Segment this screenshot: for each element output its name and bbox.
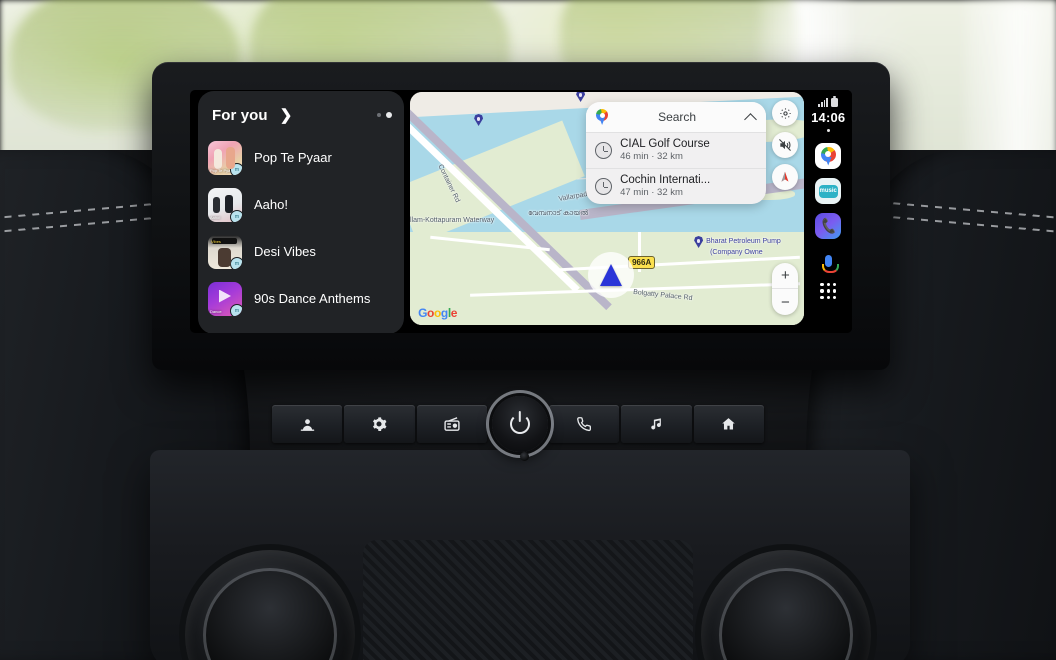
map-label-poi: Bharat Petroleum Pump xyxy=(706,238,781,245)
dash-fastener xyxy=(520,452,529,461)
suggestion-meta: 47 min · 32 km xyxy=(620,187,683,198)
mute-voice-guidance-button[interactable] xyxy=(772,132,799,158)
radio-button[interactable] xyxy=(416,405,487,443)
logo-letter: g xyxy=(440,306,448,320)
google-maps-pin-icon xyxy=(820,146,837,167)
album-art-caption: Aaho! xyxy=(210,214,221,220)
list-item[interactable]: Aaho! m Aaho! xyxy=(198,181,404,228)
chevron-right-icon[interactable]: ❯ xyxy=(280,108,293,123)
logo-letter: o xyxy=(433,306,441,320)
amazon-music-app-icon[interactable]: music xyxy=(815,178,842,204)
clock: 14:06 xyxy=(811,110,846,125)
album-art: Dance m xyxy=(208,281,242,316)
phone-button[interactable] xyxy=(548,405,620,443)
map-island xyxy=(530,162,579,176)
recenter-compass-button[interactable] xyxy=(772,164,799,190)
list-item[interactable]: Vibes m Desi Vibes xyxy=(198,228,404,275)
page-indicator xyxy=(377,112,393,118)
recent-clock-icon xyxy=(595,141,613,159)
map-zoom-controls: + − xyxy=(772,263,799,315)
media-button[interactable] xyxy=(621,405,692,443)
chevron-up-icon[interactable] xyxy=(745,111,757,123)
system-rail: 14:06 music 📞 xyxy=(804,90,852,333)
media-for-you-card[interactable]: For you ❯ Pop Te Pyaar m Pop Te Pyaar Aa… xyxy=(198,91,405,333)
power-volume-knob[interactable] xyxy=(492,396,548,452)
amazon-music-label: music xyxy=(818,184,838,198)
map-view[interactable]: Container Rd Vallarpadam Panambukad Rd o… xyxy=(410,92,805,325)
phone-app-icon[interactable]: 📞 xyxy=(815,213,842,239)
provider-badge: m xyxy=(230,162,242,175)
infotainment-screen[interactable]: For you ❯ Pop Te Pyaar m Pop Te Pyaar Aa… xyxy=(190,90,852,333)
google-watermark: Google xyxy=(418,306,457,320)
album-art: Aaho! m xyxy=(208,187,242,222)
suggestion-name: CIAL Golf Course xyxy=(620,138,710,150)
album-art-caption: Dance xyxy=(210,308,222,314)
maps-app-icon[interactable] xyxy=(815,143,842,169)
microphone-icon[interactable] xyxy=(815,248,841,274)
provider-badge: m xyxy=(230,209,242,222)
list-item[interactable]: Pop Te Pyaar m Pop Te Pyaar xyxy=(198,134,404,181)
google-maps-pin-icon xyxy=(595,108,609,126)
list-item-label: 90s Dance Anthems xyxy=(254,291,371,306)
list-item[interactable]: Dance m 90s Dance Anthems xyxy=(198,275,404,322)
search-input[interactable]: Search xyxy=(609,110,745,124)
mic-body xyxy=(821,255,839,273)
status-bar xyxy=(818,96,839,107)
map-floating-controls xyxy=(772,100,799,190)
rail-page-dot xyxy=(826,129,830,132)
logo-letter: e xyxy=(450,306,458,320)
list-item-label: Aaho! xyxy=(254,197,288,212)
power-icon xyxy=(510,414,530,434)
provider-badge: m xyxy=(230,303,242,316)
app-grid-icon[interactable] xyxy=(820,283,837,300)
map-label-poi: (Company Owne xyxy=(710,249,763,256)
list-item-label: Pop Te Pyaar xyxy=(254,150,332,165)
head-unit-bezel: For you ❯ Pop Te Pyaar m Pop Te Pyaar Aa… xyxy=(152,62,890,370)
zoom-in-button[interactable]: + xyxy=(772,263,799,289)
settings-button[interactable] xyxy=(344,405,415,443)
map-label: ollam-Kottapuram Waterway xyxy=(410,217,495,224)
battery-icon xyxy=(831,96,839,107)
search-suggestion-row[interactable]: Cochin Internati... 47 min · 32 km xyxy=(586,168,767,204)
provider-badge: m xyxy=(230,256,242,269)
current-location-arrow xyxy=(588,252,635,298)
map-label-malayalam: വേമ്പനാട് കായൽ xyxy=(528,210,589,217)
map-settings-button[interactable] xyxy=(772,100,799,126)
logo-letter: o xyxy=(427,306,434,320)
logo-letter: G xyxy=(418,306,428,320)
car-dashboard-scene: For you ❯ Pop Te Pyaar m Pop Te Pyaar Aa… xyxy=(0,0,1056,660)
recent-clock-icon xyxy=(595,177,613,195)
suggestion-meta: 46 min · 32 km xyxy=(620,151,683,162)
album-art: Pop Te Pyaar m xyxy=(208,140,242,175)
list-item-label: Desi Vibes xyxy=(254,244,316,259)
search-bar[interactable]: Search xyxy=(586,102,767,132)
search-suggestion-row[interactable]: CIAL Golf Course 46 min · 32 km xyxy=(586,132,767,168)
album-art: Vibes m xyxy=(208,234,242,269)
media-card-title: For you xyxy=(212,106,268,124)
carbon-fibre-trim xyxy=(363,540,693,660)
zoom-out-button[interactable]: − xyxy=(772,289,798,315)
map-search-panel[interactable]: Search CIAL Golf Course 46 min · 32 km C… xyxy=(586,102,767,204)
media-card-header: For you ❯ xyxy=(198,103,404,127)
home-button[interactable] xyxy=(693,405,764,443)
page-dot-active xyxy=(386,112,393,118)
suggestion-name: Cochin Internati... xyxy=(620,174,711,186)
cellular-signal-icon xyxy=(818,98,829,107)
projection-button[interactable] xyxy=(272,405,343,443)
page-dot xyxy=(377,113,382,117)
rail-app-list: music 📞 xyxy=(815,143,842,300)
media-item-list: Pop Te Pyaar m Pop Te Pyaar Aaho! m Aaho… xyxy=(198,134,404,322)
album-art-caption: Vibes xyxy=(211,238,221,244)
phone-handset-icon: 📞 xyxy=(819,216,839,235)
